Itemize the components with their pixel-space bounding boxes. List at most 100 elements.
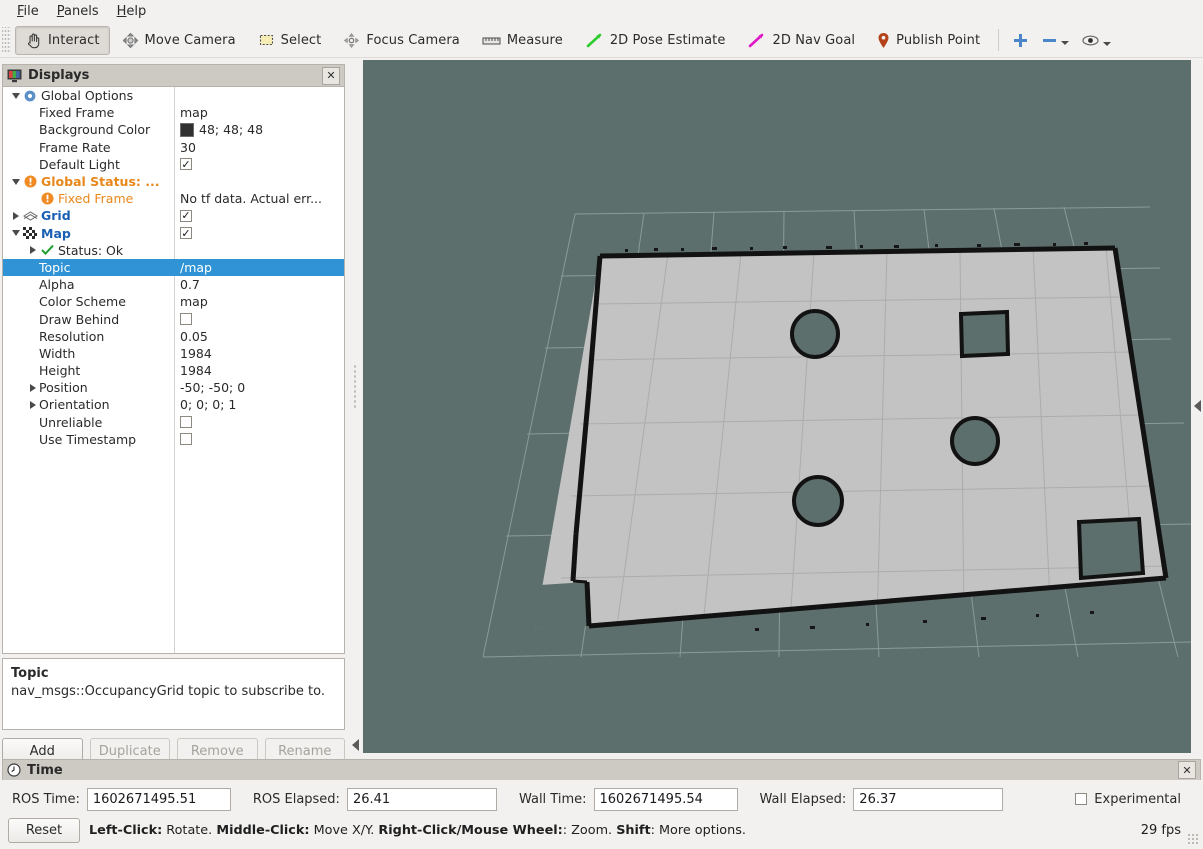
tree-row-value-cell[interactable]: 30 xyxy=(174,140,344,155)
chevron-right-icon[interactable] xyxy=(9,209,22,222)
experimental-checkbox-group[interactable]: Experimental xyxy=(1075,792,1191,807)
chevron-down-icon[interactable] xyxy=(1061,41,1069,45)
tree-row-global-status[interactable]: Global Status: ... xyxy=(3,173,344,190)
tree-row-name-cell: Position xyxy=(3,380,174,395)
tree-row-alpha[interactable]: Alpha0.7 xyxy=(3,276,344,293)
tool-select[interactable]: Select xyxy=(248,26,332,55)
chevron-down-icon[interactable] xyxy=(9,175,22,188)
tree-row-fixed-frame[interactable]: Fixed FrameNo tf data. Actual err... xyxy=(3,190,344,207)
checkbox-unchecked[interactable] xyxy=(180,313,192,325)
splitter-grip[interactable] xyxy=(353,364,358,408)
chevron-down-icon-2[interactable] xyxy=(1103,42,1111,46)
tree-row-global-options[interactable]: Global Options xyxy=(3,87,344,104)
time-field-ros-elapsed[interactable]: 26.41 xyxy=(347,788,497,811)
tool-interact[interactable]: Interact xyxy=(15,26,110,55)
chevron-right-icon[interactable] xyxy=(26,244,39,257)
tree-row-default-light[interactable]: Default Light✓ xyxy=(3,156,344,173)
tree-row-width[interactable]: Width1984 xyxy=(3,345,344,362)
reset-button[interactable]: Reset xyxy=(8,818,80,843)
tree-row-unreliable[interactable]: Unreliable xyxy=(3,414,344,431)
tree-row-value-cell[interactable]: 48; 48; 48 xyxy=(174,122,344,137)
tree-row-name-cell: Frame Rate xyxy=(3,140,174,155)
tree-row-color-scheme[interactable]: Color Schememap xyxy=(3,293,344,310)
tree-row-grid[interactable]: Grid✓ xyxy=(3,207,344,224)
hint-segment: : Zoom. xyxy=(563,823,616,838)
tree-row-value-cell[interactable]: 1984 xyxy=(174,363,344,378)
experimental-checkbox[interactable] xyxy=(1075,793,1087,805)
tool-move-camera[interactable]: Move Camera xyxy=(112,26,246,55)
tree-row-value-cell[interactable]: ✓ xyxy=(174,210,344,222)
left-splitter[interactable] xyxy=(347,64,363,754)
hand-cursor-icon xyxy=(25,32,42,49)
tree-row-name-cell: Topic xyxy=(3,260,174,275)
time-close-icon[interactable]: ✕ xyxy=(1178,761,1196,779)
tree-row-use-timestamp[interactable]: Use Timestamp xyxy=(3,431,344,448)
tree-row-label: Orientation xyxy=(39,397,110,412)
tree-row-value-cell[interactable]: ✓ xyxy=(174,158,344,170)
plus-icon xyxy=(1012,32,1029,49)
tree-row-value: 0.7 xyxy=(180,277,200,292)
time-field-wall-elapsed[interactable]: 26.37 xyxy=(853,788,1003,811)
tree-row-draw-behind[interactable]: Draw Behind xyxy=(3,310,344,327)
tree-row-value-cell[interactable]: /map xyxy=(174,260,344,275)
menu-file[interactable]: File xyxy=(8,2,48,22)
checkbox-unchecked[interactable] xyxy=(180,416,192,428)
tree-row-frame-rate[interactable]: Frame Rate30 xyxy=(3,139,344,156)
menu-help[interactable]: Help xyxy=(108,2,156,22)
tree-row-value-cell[interactable]: 0.7 xyxy=(174,277,344,292)
tree-row-position[interactable]: Position-50; -50; 0 xyxy=(3,379,344,396)
tree-row-value-cell[interactable]: map xyxy=(174,105,344,120)
right-splitter[interactable] xyxy=(1191,64,1203,754)
tree-row-value-cell[interactable]: map xyxy=(174,294,344,309)
resize-grip[interactable] xyxy=(1187,833,1199,845)
tree-row-value-cell[interactable]: -50; -50; 0 xyxy=(174,380,344,395)
visibility-button[interactable] xyxy=(1075,33,1117,48)
collapse-right-arrow-icon[interactable] xyxy=(1194,400,1201,412)
chevron-down-icon[interactable] xyxy=(9,89,22,102)
collapse-left-arrow-icon[interactable] xyxy=(352,739,359,751)
displays-tree[interactable]: Global OptionsFixed FramemapBackground C… xyxy=(2,86,345,654)
chevron-right-icon[interactable] xyxy=(26,381,39,394)
tree-row-value-cell[interactable] xyxy=(174,433,344,445)
remove-tool-button[interactable] xyxy=(1035,32,1075,49)
close-icon[interactable]: ✕ xyxy=(322,67,340,85)
chevron-right-icon[interactable] xyxy=(26,398,39,411)
tree-row-value-cell[interactable]: 0; 0; 0; 1 xyxy=(174,397,344,412)
tree-row-fixed-frame[interactable]: Fixed Framemap xyxy=(3,104,344,121)
checkbox-checked[interactable]: ✓ xyxy=(180,210,192,222)
tree-row-name-cell: Draw Behind xyxy=(3,312,174,327)
warning-icon xyxy=(39,192,55,206)
time-field-wall-time[interactable]: 1602671495.54 xyxy=(594,788,738,811)
tree-row-value-cell[interactable] xyxy=(174,313,344,325)
time-title-bar: Time ✕ xyxy=(2,759,1201,780)
render-view-3d[interactable] xyxy=(363,60,1191,753)
tree-row-topic[interactable]: Topic/map xyxy=(3,259,344,276)
chevron-down-icon[interactable] xyxy=(9,227,22,240)
tree-row-map[interactable]: Map✓ xyxy=(3,225,344,242)
tool-2d-pose-estimate[interactable]: 2D Pose Estimate xyxy=(575,26,736,55)
tree-row-value-cell[interactable]: 1984 xyxy=(174,346,344,361)
tree-row-value-cell[interactable]: No tf data. Actual err... xyxy=(174,191,344,206)
tool-measure[interactable]: Measure xyxy=(472,26,573,55)
tree-row-background-color[interactable]: Background Color48; 48; 48 xyxy=(3,121,344,138)
toolbar: Interact Move Camera xyxy=(0,23,1203,58)
checkbox-unchecked[interactable] xyxy=(180,433,192,445)
tree-row-value-cell[interactable]: 0.05 xyxy=(174,329,344,344)
time-field-ros-time[interactable]: 1602671495.51 xyxy=(87,788,231,811)
add-tool-button[interactable] xyxy=(1006,32,1035,49)
tool-focus-camera[interactable]: Focus Camera xyxy=(333,26,469,55)
menu-panels[interactable]: Panels xyxy=(48,2,108,22)
tree-row-value-cell[interactable] xyxy=(174,416,344,428)
tree-row-value-cell[interactable]: ✓ xyxy=(174,227,344,239)
tree-row-orientation[interactable]: Orientation 0; 0; 0; 1 xyxy=(3,396,344,413)
tree-row-resolution[interactable]: Resolution0.05 xyxy=(3,328,344,345)
toolbar-grip[interactable] xyxy=(2,27,11,53)
tool-2d-nav-goal[interactable]: 2D Nav Goal xyxy=(737,26,865,55)
checkbox-checked[interactable]: ✓ xyxy=(180,227,192,239)
tree-row-height[interactable]: Height1984 xyxy=(3,362,344,379)
tool-publish-point[interactable]: Publish Point xyxy=(867,26,990,55)
time-field-label: Wall Time: xyxy=(519,792,587,807)
tree-row-status-ok[interactable]: Status: Ok xyxy=(3,242,344,259)
hint-segment: Move X/Y. xyxy=(310,823,379,838)
checkbox-checked[interactable]: ✓ xyxy=(180,158,192,170)
